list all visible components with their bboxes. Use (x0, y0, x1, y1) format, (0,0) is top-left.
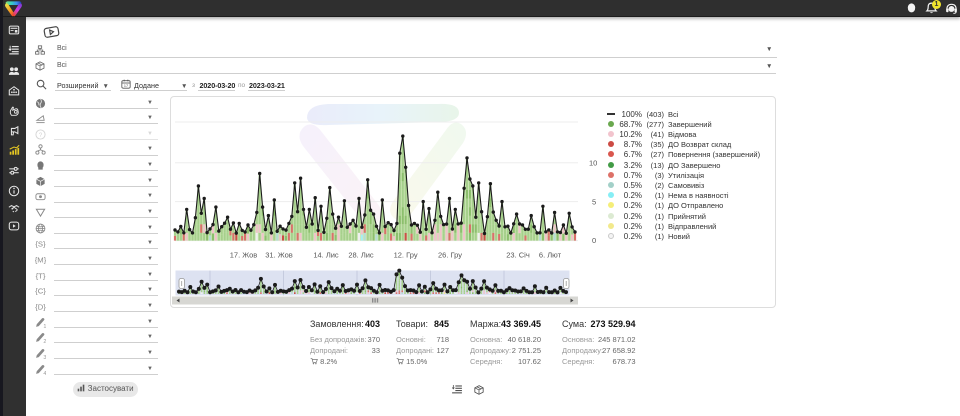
svg-text:12. Гру: 12. Гру (394, 251, 418, 260)
svg-text:14. Лис: 14. Лис (313, 251, 339, 260)
svg-text:23. Січ: 23. Січ (506, 251, 530, 260)
svg-text:31. Жов: 31. Жов (265, 251, 293, 260)
svg-text:0: 0 (592, 236, 596, 245)
svg-text:28. Лис: 28. Лис (348, 251, 374, 260)
svg-text:10: 10 (589, 159, 597, 168)
svg-text:26. Гру: 26. Гру (438, 251, 462, 260)
svg-text:6. Лют: 6. Лют (539, 251, 562, 260)
svg-text:5: 5 (592, 198, 596, 207)
svg-text:17. Жов: 17. Жов (230, 251, 258, 260)
